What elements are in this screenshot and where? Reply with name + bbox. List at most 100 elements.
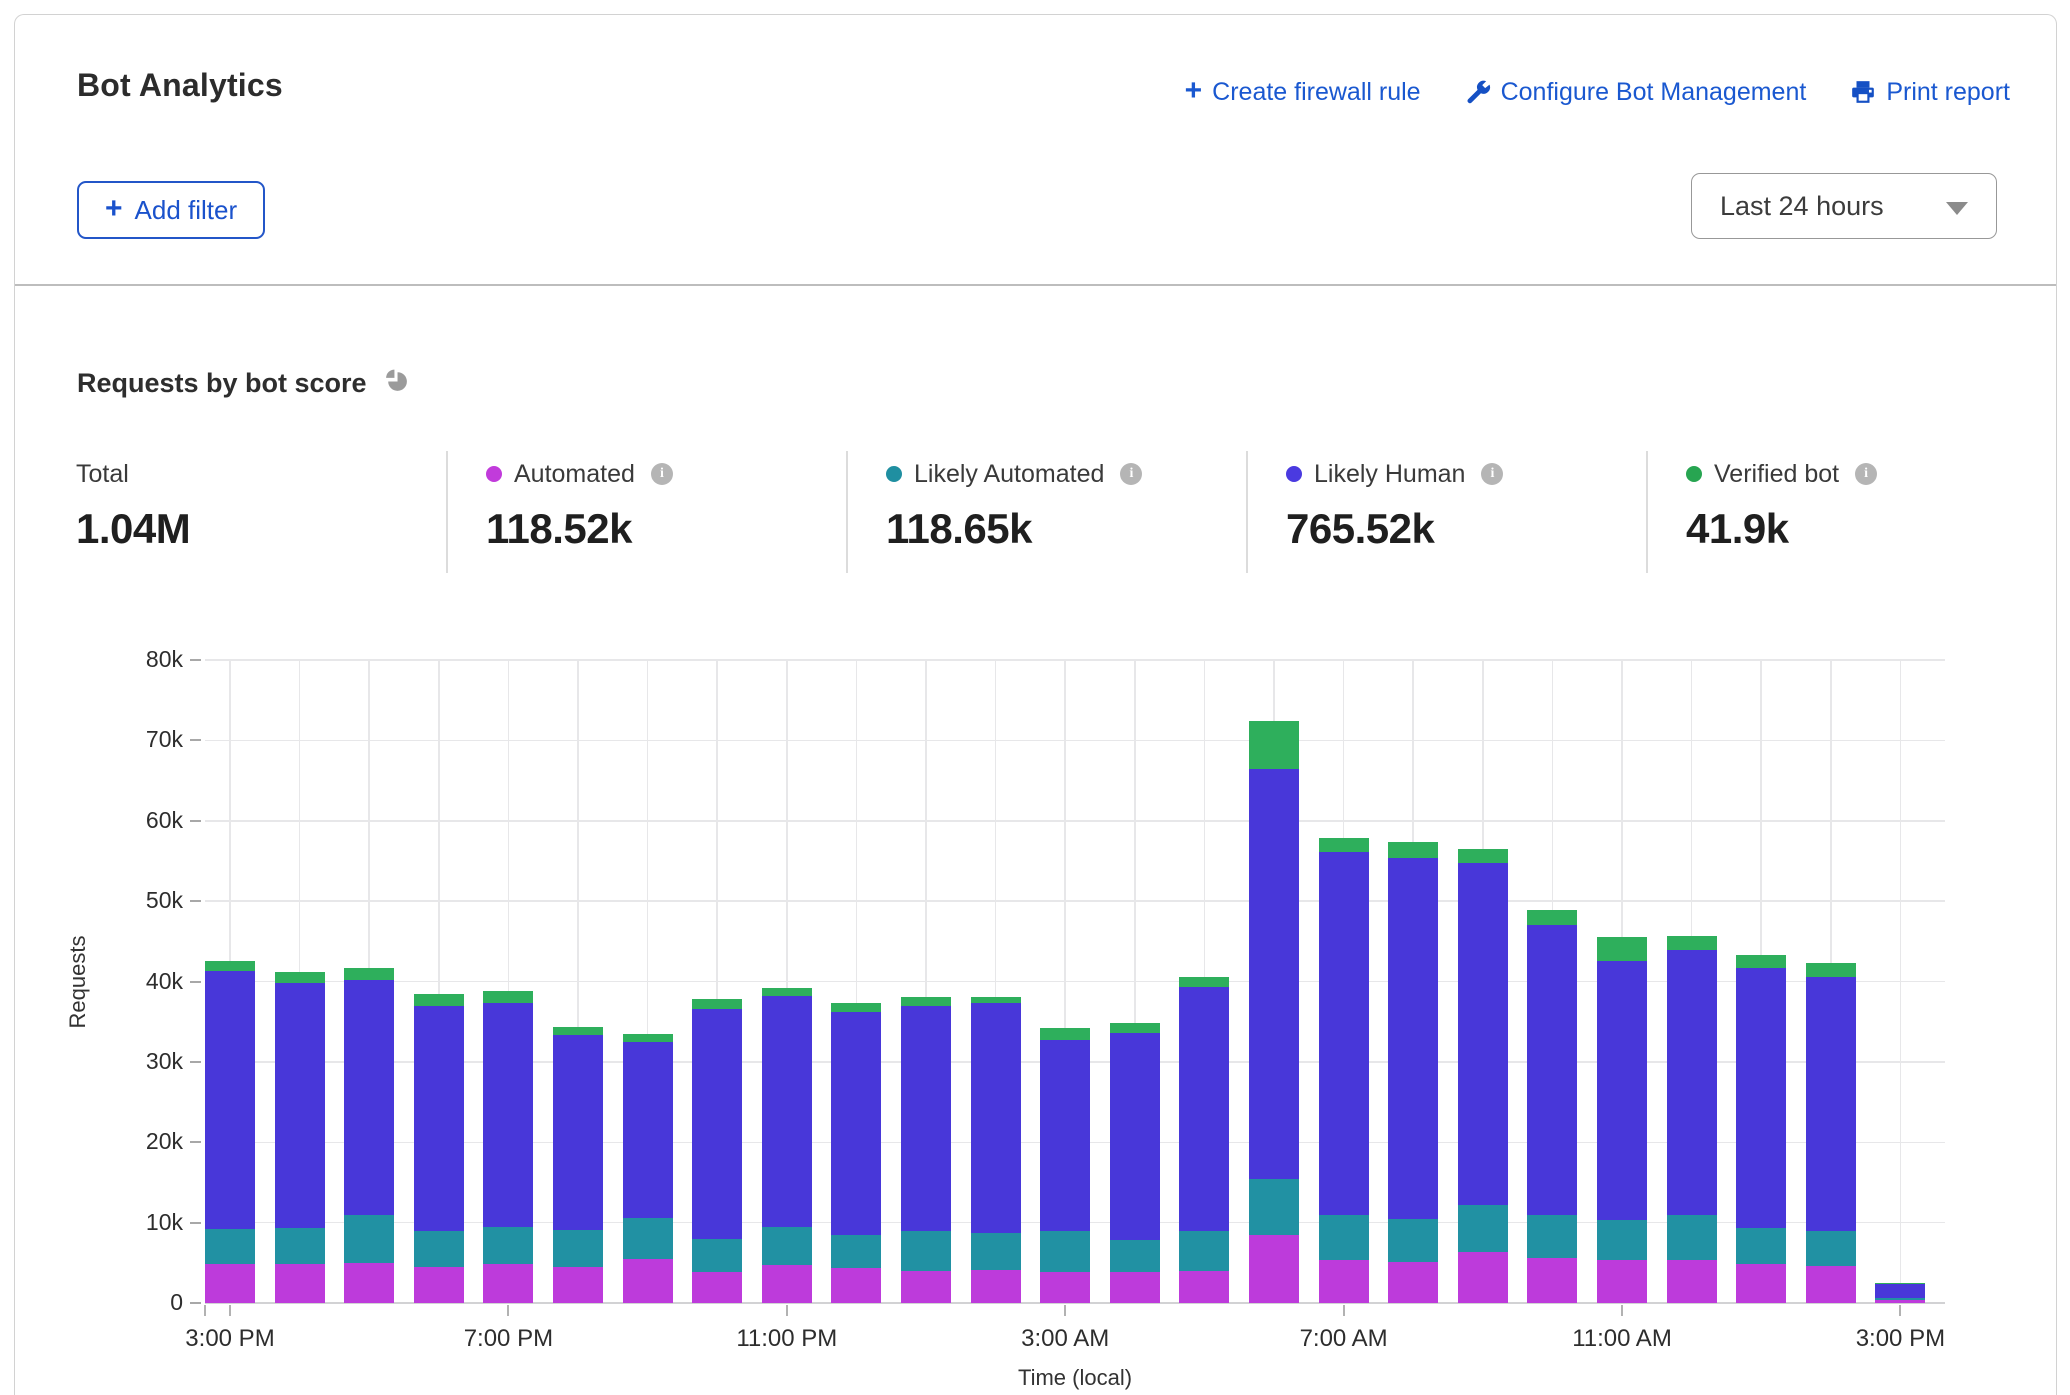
stacked-bar-1000am[interactable]	[1527, 910, 1577, 1303]
bar-segment-likely-automated	[483, 1227, 533, 1263]
stacked-bar-700am[interactable]	[1319, 838, 1369, 1303]
bar-segment-likely-human	[1110, 1033, 1160, 1240]
stat-automated-label: Automated	[514, 460, 635, 489]
stacked-bar-300pm[interactable]	[1875, 1283, 1925, 1303]
bar-segment-verified-bot	[831, 1003, 881, 1012]
bar-segment-likely-human	[1597, 961, 1647, 1221]
stacked-bar-1200am[interactable]	[831, 1003, 881, 1303]
bar-segment-automated	[344, 1263, 394, 1303]
stat-likely-human-label: Likely Human	[1314, 460, 1465, 489]
create-firewall-rule-link[interactable]: + Create firewall rule	[1185, 77, 1421, 107]
bar-segment-automated	[971, 1270, 1021, 1303]
print-report-link[interactable]: Print report	[1850, 78, 2010, 107]
stacked-bar-500pm[interactable]	[344, 968, 394, 1303]
stacked-bar-900pm[interactable]	[623, 1034, 673, 1303]
stacked-bar-300am[interactable]	[1040, 1028, 1090, 1303]
chevron-down-icon	[1946, 202, 1968, 215]
bar-segment-verified-bot	[205, 961, 255, 971]
bar-segment-verified-bot	[1040, 1028, 1090, 1040]
bar-segment-automated	[901, 1271, 951, 1303]
stacked-bar-1100am[interactable]	[1597, 937, 1647, 1303]
bar-segment-likely-automated	[1806, 1231, 1856, 1266]
stacked-bar-500am[interactable]	[1179, 977, 1229, 1303]
stat-total: Total 1.04M	[76, 459, 190, 553]
stacked-bar-600pm[interactable]	[414, 994, 464, 1303]
bar-segment-likely-human	[483, 1003, 533, 1227]
time-range-select[interactable]: Last 24 hours	[1691, 173, 1997, 239]
stacked-bar-900am[interactable]	[1458, 849, 1508, 1303]
pie-chart-icon	[383, 367, 410, 399]
bar-segment-verified-bot	[1110, 1023, 1160, 1033]
bar-segment-likely-automated	[1319, 1215, 1369, 1260]
bar-segment-verified-bot	[483, 991, 533, 1003]
bar-segment-likely-human	[1458, 863, 1508, 1205]
bar-segment-verified-bot	[1527, 910, 1577, 925]
stacked-bar-300pm[interactable]	[205, 961, 255, 1303]
bar-segment-likely-human	[1527, 925, 1577, 1215]
info-icon[interactable]: i	[1481, 463, 1503, 485]
stacked-bar-100am[interactable]	[901, 997, 951, 1303]
likely-human-legend-dot	[1286, 466, 1302, 482]
bar-segment-likely-automated	[901, 1231, 951, 1271]
bar-segment-automated	[1527, 1258, 1577, 1303]
bar-segment-verified-bot	[762, 988, 812, 996]
printer-icon	[1850, 79, 1876, 105]
section-heading-text: Requests by bot score	[77, 368, 367, 399]
bar-segment-likely-automated	[1736, 1228, 1786, 1263]
time-range-value: Last 24 hours	[1720, 191, 1884, 222]
stacked-bar-700pm[interactable]	[483, 991, 533, 1303]
bar-segment-verified-bot	[1249, 721, 1299, 768]
stacked-bar-600am[interactable]	[1249, 721, 1299, 1303]
info-icon[interactable]: i	[1120, 463, 1142, 485]
stat-automated: Automated i 118.52k	[486, 459, 673, 553]
bar-segment-verified-bot	[1667, 936, 1717, 950]
stat-likely-automated-label: Likely Automated	[914, 460, 1104, 489]
bar-segment-verified-bot	[901, 997, 951, 1006]
bar-segment-likely-automated	[1667, 1215, 1717, 1261]
bar-segment-automated	[1249, 1235, 1299, 1303]
bar-segment-verified-bot	[1319, 838, 1369, 852]
bar-segment-likely-human	[1806, 977, 1856, 1231]
print-report-label: Print report	[1886, 78, 2010, 107]
bar-segment-likely-human	[205, 971, 255, 1229]
stacked-bar-800pm[interactable]	[553, 1027, 603, 1303]
header-actions: + Create firewall rule Configure Bot Man…	[1185, 77, 2010, 107]
add-filter-button[interactable]: + Add filter	[77, 181, 265, 239]
info-icon[interactable]: i	[1855, 463, 1877, 485]
info-icon[interactable]: i	[651, 463, 673, 485]
bar-segment-verified-bot	[1458, 849, 1508, 863]
stat-divider	[846, 451, 848, 573]
bar-segment-automated	[1458, 1252, 1508, 1303]
plus-icon: +	[1185, 76, 1203, 106]
bar-segment-automated	[553, 1267, 603, 1303]
bar-segment-automated	[762, 1265, 812, 1303]
stacked-bar-1100pm[interactable]	[762, 988, 812, 1303]
stat-verified-bot-label: Verified bot	[1714, 460, 1839, 489]
bar-segment-automated	[1319, 1260, 1369, 1303]
bar-segment-automated	[623, 1259, 673, 1303]
bar-segment-likely-automated	[623, 1218, 673, 1259]
stacked-bar-100pm[interactable]	[1736, 955, 1786, 1303]
stat-automated-value: 118.52k	[486, 505, 673, 553]
stacked-bar-1000pm[interactable]	[692, 999, 742, 1303]
bar-segment-likely-automated	[1597, 1220, 1647, 1259]
bar-segment-verified-bot	[1806, 963, 1856, 977]
plus-icon: +	[105, 194, 123, 224]
bar-segment-likely-human	[971, 1003, 1021, 1233]
bar-segment-likely-human	[553, 1035, 603, 1230]
stacked-bar-200pm[interactable]	[1806, 963, 1856, 1303]
stacked-bar-1200pm[interactable]	[1667, 936, 1717, 1303]
stacked-bar-200am[interactable]	[971, 997, 1021, 1303]
bar-segment-likely-automated	[414, 1231, 464, 1267]
stacked-bar-800am[interactable]	[1388, 842, 1438, 1303]
bar-segment-likely-human	[1249, 769, 1299, 1180]
stacked-bar-400pm[interactable]	[275, 972, 325, 1303]
configure-bot-management-link[interactable]: Configure Bot Management	[1465, 78, 1807, 107]
bar-segment-likely-human	[831, 1012, 881, 1235]
stacked-bar-400am[interactable]	[1110, 1023, 1160, 1303]
bar-segment-automated	[1806, 1266, 1856, 1303]
bar-segment-likely-human	[692, 1009, 742, 1239]
bar-segment-likely-human	[275, 983, 325, 1228]
bar-segment-automated	[1736, 1264, 1786, 1303]
bar-segment-likely-human	[623, 1042, 673, 1218]
